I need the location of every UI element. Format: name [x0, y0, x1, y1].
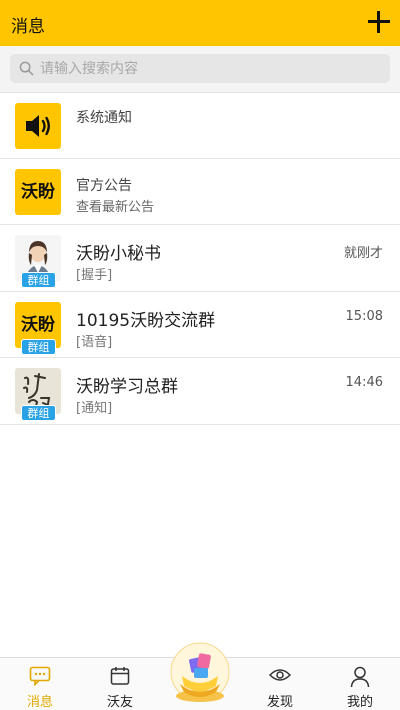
tab-friends[interactable]: 沃友: [80, 658, 160, 710]
treasure-box-button[interactable]: [168, 640, 232, 706]
list-item-chat-exchange-group[interactable]: 沃盼 群组 10195沃盼交流群 [语音] 15:08: [0, 291, 400, 358]
plus-icon[interactable]: [366, 9, 392, 35]
list-item-official-announcement[interactable]: 沃盼 官方公告 查看最新公告: [0, 158, 400, 225]
search-input[interactable]: [40, 54, 380, 83]
list-item-chat-study-group[interactable]: 群组 沃盼学习总群 [通知] 14:46: [0, 358, 400, 425]
tab-label: 我的: [346, 695, 373, 710]
tab-label: 发现: [266, 695, 293, 710]
page-title: 消息: [11, 17, 45, 37]
tab-label: 沃友: [106, 695, 133, 710]
user-icon: [350, 666, 370, 688]
chat-preview: [握手]: [76, 268, 113, 283]
item-title: 系统通知: [76, 110, 132, 126]
speaker-icon-avatar: [15, 103, 61, 149]
eye-icon: [269, 669, 291, 681]
logo-text: 沃盼: [21, 181, 55, 202]
message-icon: [29, 666, 51, 686]
chat-time: 14:46: [345, 375, 383, 390]
chat-preview: [通知]: [76, 401, 113, 416]
group-badge: 群组: [21, 405, 56, 421]
item-subtitle: 查看最新公告: [76, 199, 155, 215]
search-icon: [19, 61, 34, 76]
chat-title: 10195沃盼交流群: [76, 310, 216, 331]
speaker-icon: [26, 115, 50, 137]
wopan-logo: 沃盼: [15, 168, 61, 215]
tab-messages[interactable]: 消息: [0, 658, 80, 710]
calendar-icon: [110, 667, 130, 685]
tab-discover[interactable]: 发现: [240, 658, 320, 710]
tab-mine[interactable]: 我的: [320, 658, 400, 710]
search-box[interactable]: [10, 54, 390, 83]
chat-title: 沃盼学习总群: [76, 377, 178, 397]
chat-time: 15:08: [345, 308, 383, 324]
search-bar: [0, 46, 400, 92]
treasure-box-icon: [170, 642, 230, 702]
chat-preview: [语音]: [76, 334, 113, 350]
list-item-chat-assistant[interactable]: 群组 沃盼小秘书 [握手] 就刚才: [0, 225, 400, 292]
group-badge: 群组: [21, 338, 56, 355]
chat-time: 就刚才: [343, 246, 383, 261]
chat-title: 沃盼小秘书: [76, 244, 161, 264]
group-badge: 群组: [21, 272, 56, 288]
tab-label: 消息: [26, 695, 53, 710]
item-title: 官方公告: [76, 177, 132, 194]
message-list: 系统通知 沃盼 官方公告 查看最新公告 群组 沃盼小秘书 [握手] 就刚才 沃盼: [0, 92, 400, 425]
app-header: 消息: [0, 0, 400, 46]
list-item-system-notice[interactable]: 系统通知: [0, 92, 400, 159]
